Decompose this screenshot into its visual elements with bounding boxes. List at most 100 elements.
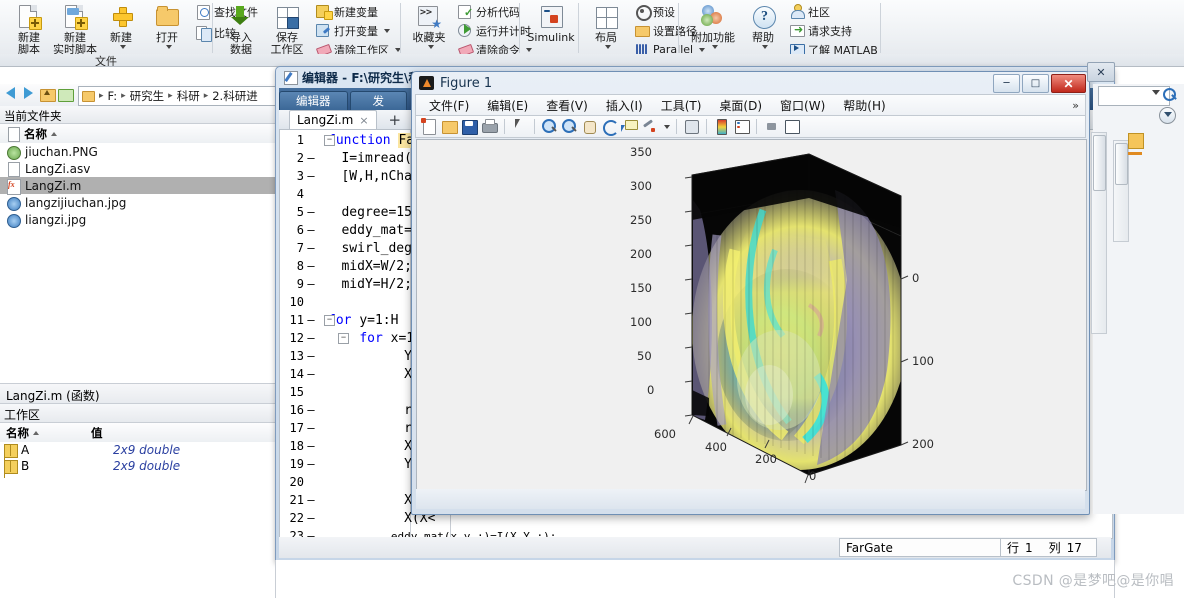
chevron-down-icon[interactable]: [664, 124, 670, 129]
simulink-button[interactable]: Simulink: [524, 0, 578, 44]
list-item[interactable]: langzijiuchan.jpg: [0, 194, 275, 211]
print-icon[interactable]: [481, 118, 498, 135]
search-icon[interactable]: [1163, 88, 1177, 102]
rotate-3d-icon[interactable]: [601, 118, 619, 136]
table-row[interactable]: A 2x9 double: [0, 442, 275, 458]
workspace-column-name[interactable]: 名称: [6, 425, 29, 441]
window-controls[interactable]: ─ □ ✕: [993, 74, 1086, 93]
forward-arrow-icon[interactable]: [24, 87, 33, 99]
maximize-button[interactable]: □: [1022, 74, 1049, 93]
chevron-down-icon[interactable]: [165, 45, 172, 49]
new-variable-button[interactable]: 新建变量: [314, 3, 403, 20]
workspace-column-value[interactable]: 值: [91, 425, 103, 441]
breadcrumb-item-2[interactable]: 科研: [177, 88, 200, 104]
link-plot-icon[interactable]: [683, 118, 700, 135]
community-button[interactable]: 社区: [788, 3, 880, 20]
menu-overflow-icon[interactable]: »: [1072, 99, 1079, 112]
figure-title-bar[interactable]: Figure 1 ─ □ ✕: [412, 72, 1089, 94]
add-ons-button[interactable]: 附加功能: [684, 0, 742, 49]
menu-desktop[interactable]: 桌面(D): [710, 95, 771, 116]
fold-toggle-icon[interactable]: −: [324, 135, 335, 146]
new-figure-icon[interactable]: [421, 118, 438, 135]
collapse-icon[interactable]: [1159, 107, 1176, 124]
menu-window[interactable]: 窗口(W): [771, 95, 834, 116]
back-arrow-icon[interactable]: [6, 87, 15, 99]
line-number: 7: [296, 241, 304, 255]
editor-close-button[interactable]: ✕: [1087, 62, 1115, 82]
request-support-button[interactable]: ➜ 请求支持: [788, 22, 880, 39]
table-row[interactable]: B 2x9 double: [0, 458, 275, 474]
figure-canvas[interactable]: 0 50 100 150 200 250 300 350 600 400 200…: [416, 139, 1087, 491]
pan-icon[interactable]: [581, 118, 598, 135]
breadcrumb-item-1[interactable]: 研究生: [130, 88, 165, 104]
breadcrumb[interactable]: ▸ F: ▸ 研究生 ▸ 科研 ▸ 2.科研进: [78, 86, 279, 106]
figure-window[interactable]: Figure 1 ─ □ ✕ 文件(F) 编辑(E) 查看(V) 插入(I) 工…: [411, 71, 1090, 515]
menu-tools[interactable]: 工具(T): [652, 95, 711, 116]
open-variable-button[interactable]: 打开变量: [314, 22, 403, 39]
open-button[interactable]: 打开: [144, 0, 190, 49]
chevron-down-icon[interactable]: [427, 45, 434, 49]
menu-insert[interactable]: 插入(I): [597, 95, 652, 116]
column-name-label[interactable]: 名称: [24, 126, 47, 142]
sort-ascending-icon[interactable]: [33, 430, 39, 435]
chevron-down-icon[interactable]: [761, 45, 768, 49]
fold-toggle-icon[interactable]: −: [338, 333, 349, 344]
list-item[interactable]: jiuchan.PNG: [0, 143, 275, 160]
show-plot-tools-icon[interactable]: [783, 118, 800, 135]
list-item[interactable]: LangZi.asv: [0, 160, 275, 177]
list-item[interactable]: LangZi.m: [0, 177, 275, 195]
data-cursor-icon[interactable]: [621, 118, 638, 135]
colorbar-icon[interactable]: [713, 118, 730, 135]
menu-help[interactable]: 帮助(H): [834, 95, 894, 116]
fold-toggle-icon[interactable]: −: [324, 315, 335, 326]
figure-menu-bar[interactable]: 文件(F) 编辑(E) 查看(V) 插入(I) 工具(T) 桌面(D) 窗口(W…: [415, 94, 1086, 116]
workspace-list[interactable]: A 2x9 double B 2x9 double: [0, 442, 275, 502]
new-script-button[interactable]: 新建 脚本: [6, 0, 52, 56]
brush-icon[interactable]: [641, 118, 658, 135]
sort-ascending-icon[interactable]: [51, 131, 57, 136]
refresh-icon[interactable]: [58, 88, 74, 103]
scrollbar-vertical[interactable]: [1091, 132, 1107, 334]
layout-button[interactable]: 布局: [583, 0, 629, 49]
chevron-down-icon[interactable]: [711, 45, 718, 49]
close-button[interactable]: ✕: [1051, 74, 1086, 93]
import-data-button[interactable]: 导入 数据: [218, 0, 264, 56]
document-tab-langzi[interactable]: LangZi.m ×: [289, 110, 377, 129]
search-input[interactable]: [1098, 86, 1170, 106]
hide-plot-tools-icon[interactable]: [763, 118, 780, 135]
minimize-button[interactable]: ─: [993, 74, 1020, 93]
surface-plot[interactable]: [417, 140, 1086, 490]
run-and-time-button[interactable]: 运行并计时: [456, 22, 534, 39]
new-button[interactable]: 新建: [98, 0, 144, 49]
surface-data: [692, 154, 901, 470]
save-workspace-button[interactable]: 保存 工作区: [264, 0, 310, 56]
close-icon[interactable]: ×: [359, 114, 368, 127]
breadcrumb-item-0[interactable]: F:: [108, 89, 118, 103]
menu-edit[interactable]: 编辑(E): [478, 95, 537, 116]
zoom-in-icon[interactable]: [541, 118, 558, 135]
chevron-down-icon[interactable]: [384, 28, 390, 33]
menu-view[interactable]: 查看(V): [537, 95, 597, 116]
save-figure-icon[interactable]: [461, 118, 478, 135]
tab-editor[interactable]: 编辑器: [279, 91, 348, 110]
menu-file[interactable]: 文件(F): [420, 95, 478, 116]
analyze-code-button[interactable]: ✓ 分析代码: [456, 3, 534, 20]
zoom-out-icon[interactable]: [561, 118, 578, 135]
scrollbar-vertical-2[interactable]: [1113, 140, 1129, 242]
chevron-down-icon[interactable]: [119, 45, 126, 49]
up-folder-icon[interactable]: [40, 88, 56, 103]
open-file-icon[interactable]: [441, 118, 458, 135]
pointer-icon[interactable]: [511, 118, 528, 135]
list-item[interactable]: liangzi.jpg: [0, 211, 275, 228]
new-live-script-button[interactable]: 新建 实时脚本: [52, 0, 98, 56]
help-button[interactable]: ? 帮助: [742, 0, 784, 49]
chevron-down-icon[interactable]: [604, 45, 611, 49]
chevron-down-icon[interactable]: [1152, 90, 1160, 95]
favorites-button[interactable]: >> ★ 收藏夹: [406, 0, 452, 49]
tab-publish[interactable]: 发: [349, 91, 407, 110]
figure-toolbar[interactable]: [415, 116, 1086, 138]
legend-icon[interactable]: [733, 118, 750, 135]
new-document-tab-button[interactable]: +: [383, 112, 408, 127]
breadcrumb-item-3[interactable]: 2.科研进: [212, 88, 257, 104]
file-list[interactable]: jiuchan.PNG LangZi.asv LangZi.m langziji…: [0, 143, 276, 383]
